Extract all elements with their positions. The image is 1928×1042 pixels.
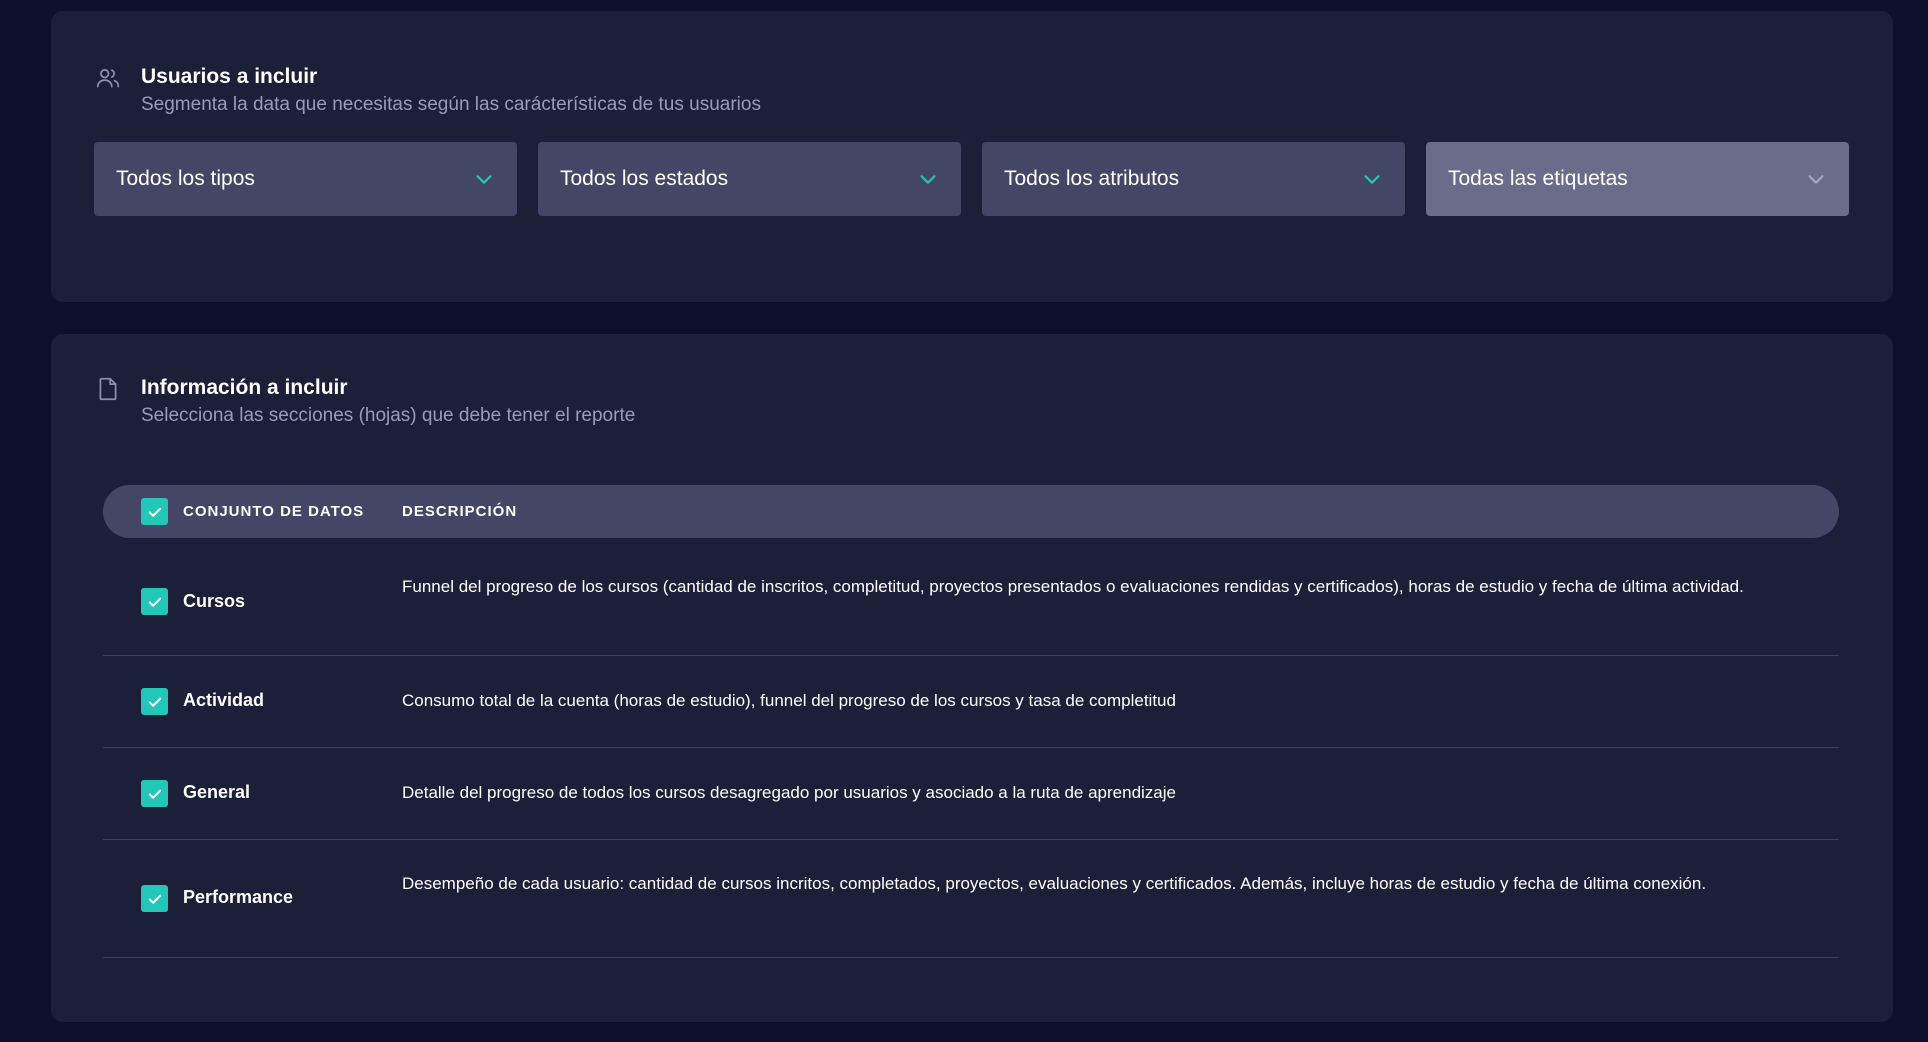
row-checkbox-performance[interactable] <box>141 885 168 912</box>
dropdown-label: Todos los tipos <box>116 167 255 190</box>
dataset-name: General <box>183 782 251 802</box>
table-header: CONJUNTO DE DATOS DESCRIPCIÓN <box>103 485 1839 538</box>
user-type-dropdown[interactable]: Todos los tipos <box>94 142 517 216</box>
dropdown-label: Todos los atributos <box>1004 167 1180 190</box>
info-section-subtitle: Selecciona las secciones (hojas) que deb… <box>141 405 636 426</box>
column-header-description: DESCRIPCIÓN <box>402 503 518 520</box>
chevron-down-icon <box>1361 168 1383 190</box>
info-card-header: Información a incluir Selecciona las sec… <box>95 374 635 429</box>
dataset-table: CONJUNTO DE DATOS DESCRIPCIÓN Cursos Fun… <box>103 485 1839 958</box>
check-icon <box>148 789 161 799</box>
row-checkbox-cursos[interactable] <box>141 588 168 615</box>
column-header-dataset: CONJUNTO DE DATOS <box>183 503 365 520</box>
check-icon <box>148 697 161 707</box>
table-row: Actividad Consumo total de la cuenta (ho… <box>103 656 1839 748</box>
info-section-title: Información a incluir <box>141 376 348 399</box>
dataset-description: Desempeño de cada usuario: cantidad de c… <box>402 874 1707 893</box>
users-card-header: Usuarios a incluir Segmenta la data que … <box>95 63 761 118</box>
table-row: Cursos Funnel del progreso de los cursos… <box>103 538 1839 656</box>
dataset-description: Funnel del progreso de los cursos (canti… <box>402 577 1744 596</box>
users-section-title: Usuarios a incluir <box>141 65 318 88</box>
row-checkbox-general[interactable] <box>141 780 168 807</box>
users-section-subtitle: Segmenta la data que necesitas según las… <box>141 94 761 115</box>
users-icon <box>95 65 121 91</box>
check-icon <box>148 894 161 904</box>
chevron-down-icon <box>917 168 939 190</box>
user-filters: Todos los tipos Todos los estados Todos … <box>94 142 1849 216</box>
chevron-down-icon <box>473 168 495 190</box>
chevron-down-icon <box>1805 168 1827 190</box>
row-checkbox-actividad[interactable] <box>141 688 168 715</box>
check-icon <box>148 597 161 607</box>
info-selection-card: Información a incluir Selecciona las sec… <box>51 334 1893 1022</box>
dataset-description: Consumo total de la cuenta (horas de est… <box>402 691 1176 710</box>
table-row: General Detalle del progreso de todos lo… <box>103 748 1839 840</box>
dropdown-label: Todas las etiquetas <box>1448 167 1628 190</box>
user-tags-dropdown[interactable]: Todas las etiquetas <box>1426 142 1849 216</box>
user-attributes-dropdown[interactable]: Todos los atributos <box>982 142 1405 216</box>
user-status-dropdown[interactable]: Todos los estados <box>538 142 961 216</box>
document-icon <box>95 376 121 402</box>
select-all-checkbox[interactable] <box>141 498 168 525</box>
dataset-name: Actividad <box>183 690 265 710</box>
dataset-description: Detalle del progreso de todos los cursos… <box>402 783 1176 802</box>
table-row: Performance Desempeño de cada usuario: c… <box>103 840 1839 958</box>
check-icon <box>148 507 161 517</box>
dropdown-label: Todos los estados <box>560 167 729 190</box>
dataset-name: Performance <box>183 887 294 907</box>
users-filter-card: Usuarios a incluir Segmenta la data que … <box>51 11 1893 302</box>
dataset-name: Cursos <box>183 591 246 611</box>
